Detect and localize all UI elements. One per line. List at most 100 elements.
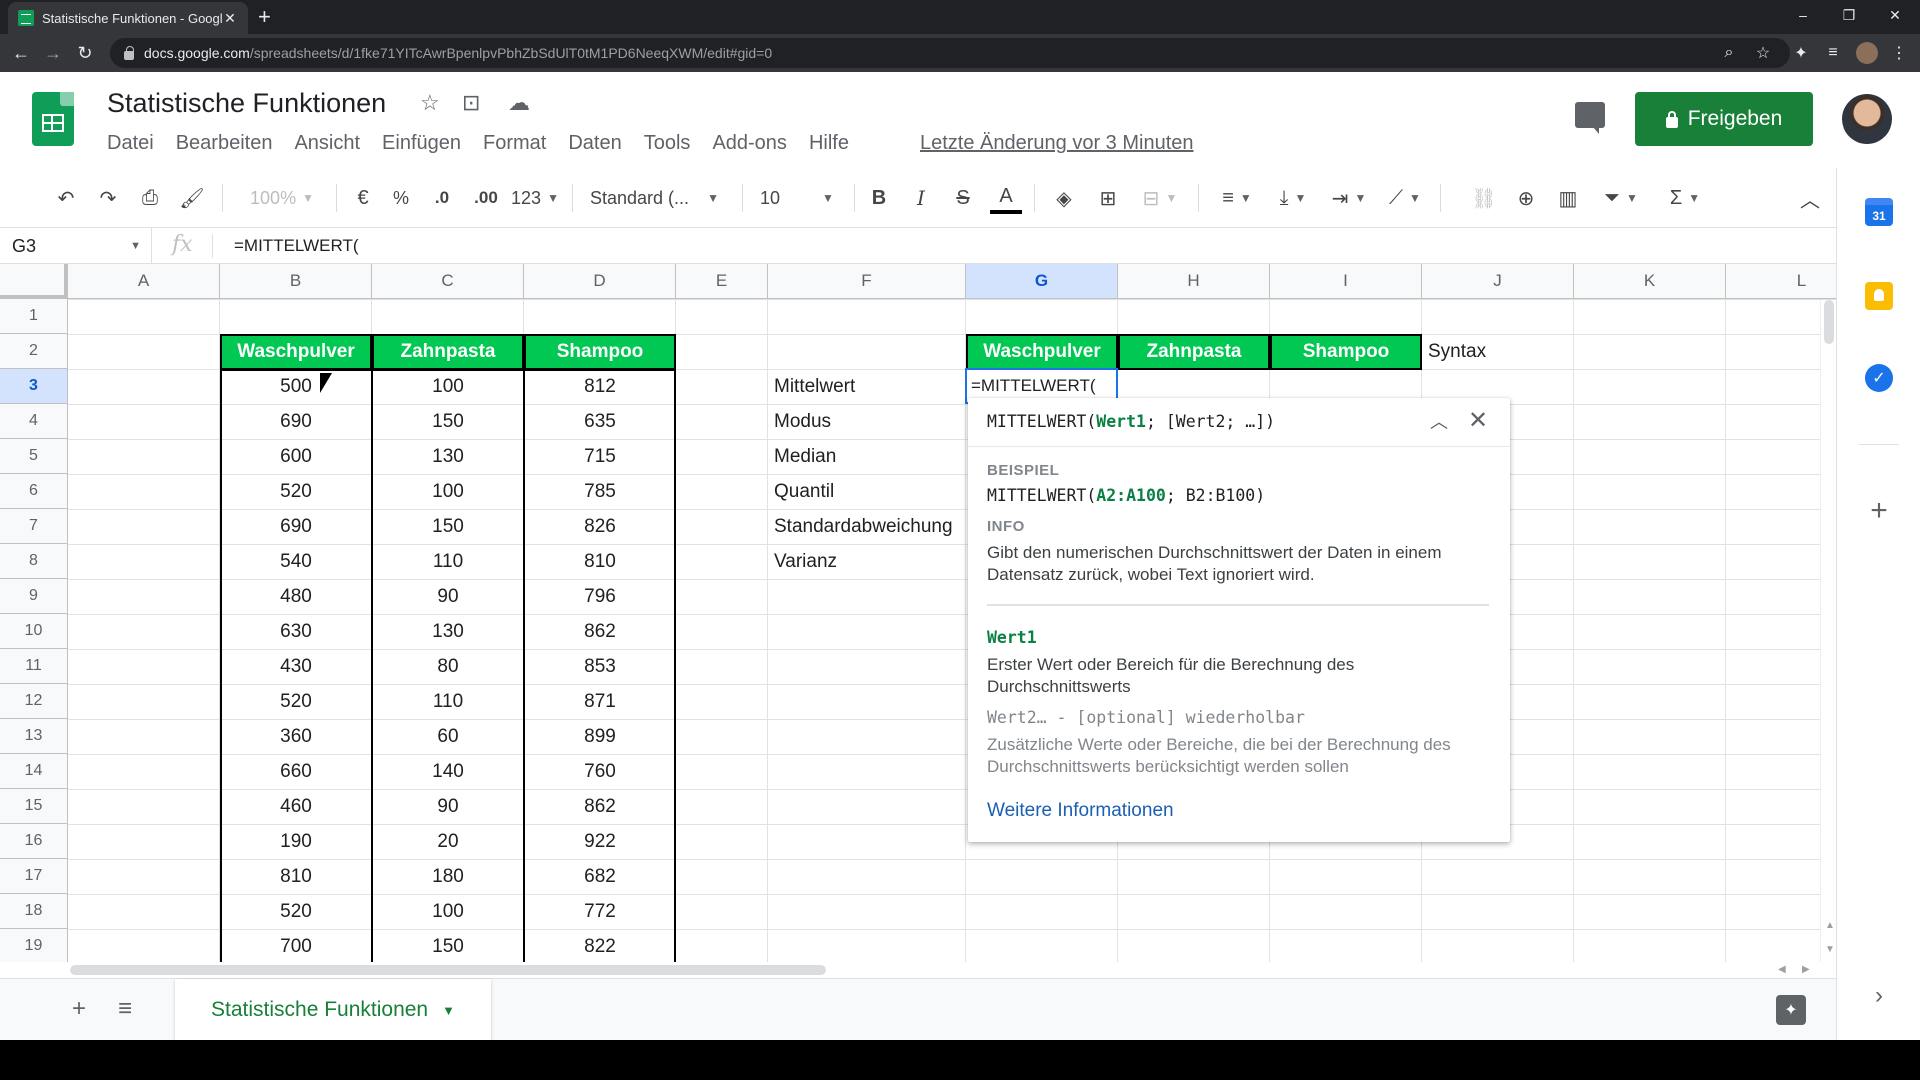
format-percent-button[interactable]: % xyxy=(386,182,416,214)
add-sheet-icon[interactable]: + xyxy=(72,995,86,1023)
table-cell[interactable]: 700 xyxy=(220,929,372,962)
more-info-link[interactable]: Weitere Informationen xyxy=(987,800,1174,822)
column-header-k[interactable]: K xyxy=(1574,264,1726,299)
table-cell[interactable]: 862 xyxy=(524,789,676,824)
row-header-17[interactable]: 17 xyxy=(0,859,68,894)
print-icon[interactable]: ⎙ xyxy=(134,182,166,214)
table-cell[interactable]: 140 xyxy=(372,754,524,789)
result-header-cell[interactable]: Waschpulver xyxy=(966,334,1118,370)
browser-menu-icon[interactable]: ⋮ xyxy=(1886,40,1912,66)
paint-format-icon[interactable]: 🖌 xyxy=(176,182,208,214)
bookmark-star-icon[interactable]: ☆ xyxy=(1750,40,1776,66)
row-header-8[interactable]: 8 xyxy=(0,544,68,579)
forward-arrow-icon[interactable]: → xyxy=(40,40,66,66)
table-cell[interactable]: 690 xyxy=(220,404,372,439)
table-cell[interactable]: 150 xyxy=(372,929,524,962)
table-cell[interactable]: 871 xyxy=(524,684,676,719)
tasks-icon[interactable]: ✓ xyxy=(1865,364,1893,392)
table-cell[interactable]: 480 xyxy=(220,579,372,614)
collapse-help-icon[interactable]: ︿ xyxy=(1430,408,1448,434)
functions-sum-button[interactable]: Σ ▼ xyxy=(1660,182,1710,214)
decrease-decimal-button[interactable]: .0 xyxy=(424,182,460,214)
scroll-down-icon[interactable]: ▼ xyxy=(1825,944,1835,955)
row-header-3[interactable]: 3 xyxy=(0,369,68,404)
table-cell[interactable]: 810 xyxy=(220,859,372,894)
menu-datei[interactable]: Datei xyxy=(107,132,154,155)
share-button[interactable]: Freigeben xyxy=(1635,92,1813,146)
row-header-14[interactable]: 14 xyxy=(0,754,68,789)
table-cell[interactable]: 110 xyxy=(372,544,524,579)
table-cell[interactable]: 90 xyxy=(372,579,524,614)
table-cell[interactable]: 520 xyxy=(220,474,372,509)
stat-label-cell[interactable]: Modus xyxy=(768,404,978,439)
row-header-4[interactable]: 4 xyxy=(0,404,68,439)
table-cell[interactable]: 822 xyxy=(524,929,676,962)
table-cell[interactable]: 100 xyxy=(372,474,524,509)
browser-tab-active[interactable]: Statistische Funktionen - Google ✕ xyxy=(8,2,248,34)
zoom-select[interactable]: 100% ▼ xyxy=(240,182,324,214)
table-cell[interactable]: 862 xyxy=(524,614,676,649)
table-cell[interactable]: 130 xyxy=(372,614,524,649)
table-cell[interactable]: 600 xyxy=(220,439,372,474)
table-cell[interactable]: 899 xyxy=(524,719,676,754)
table-cell[interactable]: 500 xyxy=(220,369,372,404)
table-cell[interactable]: 180 xyxy=(372,859,524,894)
last-edit-link[interactable]: Letzte Änderung vor 3 Minuten xyxy=(920,132,1194,155)
extensions-puzzle-icon[interactable]: ✦ xyxy=(1788,40,1814,66)
stat-label-cell[interactable]: Mittelwert xyxy=(768,369,978,404)
stat-label-cell[interactable]: Varianz xyxy=(768,544,978,579)
font-family-select[interactable]: Standard (... ▼ xyxy=(590,182,730,214)
keep-icon[interactable] xyxy=(1865,282,1893,310)
column-header-e[interactable]: E xyxy=(676,264,768,299)
borders-icon[interactable]: ⊞ xyxy=(1092,182,1124,214)
select-all-corner[interactable] xyxy=(0,264,68,299)
get-addons-icon[interactable]: + xyxy=(1865,494,1893,528)
table-cell[interactable]: 635 xyxy=(524,404,676,439)
menu-hilfe[interactable]: Hilfe xyxy=(809,132,849,155)
menu-einfuegen[interactable]: Einfügen xyxy=(382,132,461,155)
table-cell[interactable]: 540 xyxy=(220,544,372,579)
table-cell[interactable]: 190 xyxy=(220,824,372,859)
table-cell[interactable]: 630 xyxy=(220,614,372,649)
row-header-18[interactable]: 18 xyxy=(0,894,68,929)
formula-input[interactable]: =MITTELWERT( xyxy=(234,236,359,256)
table-cell[interactable]: 100 xyxy=(372,369,524,404)
strikethrough-button[interactable]: S xyxy=(948,182,978,214)
column-header-l[interactable]: L xyxy=(1726,264,1836,299)
table-cell[interactable]: 150 xyxy=(372,509,524,544)
table-cell[interactable]: 520 xyxy=(220,684,372,719)
table-cell[interactable]: 785 xyxy=(524,474,676,509)
all-sheets-icon[interactable]: ≡ xyxy=(118,995,132,1023)
column-header-d[interactable]: D xyxy=(524,264,676,299)
table-cell[interactable]: 360 xyxy=(220,719,372,754)
menu-addons[interactable]: Add-ons xyxy=(712,132,787,155)
table-cell[interactable]: 150 xyxy=(372,404,524,439)
table-cell[interactable]: 60 xyxy=(372,719,524,754)
sheets-logo-icon[interactable] xyxy=(32,92,74,146)
row-header-6[interactable]: 6 xyxy=(0,474,68,509)
zoom-icon[interactable]: ⌕ xyxy=(1716,40,1742,66)
back-arrow-icon[interactable]: ← xyxy=(8,40,34,66)
row-header-13[interactable]: 13 xyxy=(0,719,68,754)
table-cell[interactable]: 812 xyxy=(524,369,676,404)
result-header-cell[interactable]: Shampoo xyxy=(1270,334,1422,370)
horizontal-scrollbar[interactable]: ◀ ▶ xyxy=(68,962,1836,978)
table-cell[interactable]: 772 xyxy=(524,894,676,929)
sheet-tab-statistische-funktionen[interactable]: Statistische Funktionen ▼ xyxy=(175,979,491,1041)
comments-icon[interactable] xyxy=(1575,102,1605,134)
star-icon[interactable]: ☆ xyxy=(420,90,440,116)
stat-label-cell[interactable]: Standardabweichung xyxy=(768,509,978,544)
font-size-select[interactable]: 10 ▼ xyxy=(760,182,842,214)
table-cell[interactable]: 460 xyxy=(220,789,372,824)
table-cell[interactable]: 520 xyxy=(220,894,372,929)
tab-close-icon[interactable]: ✕ xyxy=(222,10,238,27)
spreadsheet-grid[interactable]: A B C D E F G H I J K L 1 2 3 4 5 6 7 8 9 10 11 12 13 14 15 16 17 18 1… xyxy=(0,264,1836,962)
explore-icon[interactable]: ✦ xyxy=(1776,995,1806,1025)
undo-icon[interactable]: ↶ xyxy=(50,182,82,214)
table-cell[interactable]: 690 xyxy=(220,509,372,544)
table-cell[interactable]: 715 xyxy=(524,439,676,474)
scroll-left-icon[interactable]: ◀ xyxy=(1778,964,1786,975)
menu-ansicht[interactable]: Ansicht xyxy=(294,132,360,155)
table-header-cell[interactable]: Shampoo xyxy=(524,334,676,370)
horizontal-align-icon[interactable]: ≡ ▼ xyxy=(1210,182,1264,214)
